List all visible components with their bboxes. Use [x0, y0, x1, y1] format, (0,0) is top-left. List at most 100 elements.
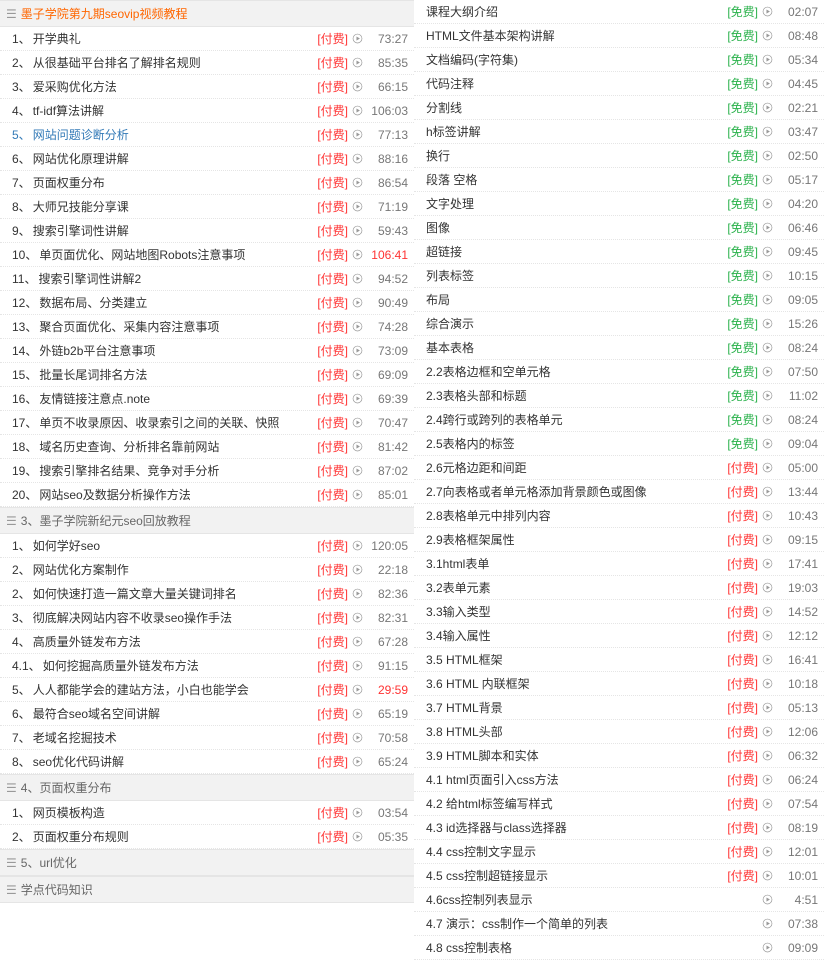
lesson-row[interactable]: 4.2 给html标签编写样式[付费]07:54: [414, 792, 824, 816]
lesson-row[interactable]: h标签讲解[免费]03:47: [414, 120, 824, 144]
price-tag: [付费]: [317, 753, 348, 771]
lesson-row[interactable]: 10、单页面优化、网站地图Robots注意事项[付费]106:41: [0, 243, 414, 267]
lesson-row[interactable]: 3.9 HTML脚本和实体[付费]06:32: [414, 744, 824, 768]
lesson-row[interactable]: 14、外链b2b平台注意事项[付费]73:09: [0, 339, 414, 363]
item-number: 1、: [12, 806, 31, 820]
lesson-row[interactable]: 3.8 HTML头部[付费]12:06: [414, 720, 824, 744]
duration: 65:24: [366, 753, 408, 771]
lesson-row[interactable]: 2.7向表格或者单元格添加背景颜色或图像[付费]13:44: [414, 480, 824, 504]
section-header[interactable]: ☰学点代码知识: [0, 876, 414, 903]
lesson-row[interactable]: 6、网站优化原理讲解[付费]88:16: [0, 147, 414, 171]
lesson-row[interactable]: 列表标签[免费]10:15: [414, 264, 824, 288]
duration: 04:45: [776, 75, 818, 93]
lesson-row[interactable]: 20、网站seo及数据分析操作方法[付费]85:01: [0, 483, 414, 507]
lesson-row[interactable]: HTML文件基本架构讲解[免费]08:48: [414, 24, 824, 48]
lesson-row[interactable]: 6、最符合seo域名空间讲解[付费]65:19: [0, 702, 414, 726]
lesson-title: 4.2 给html标签编写样式: [426, 795, 721, 813]
lesson-row[interactable]: 2、页面权重分布规则[付费]05:35: [0, 825, 414, 849]
list-icon: ☰: [6, 781, 17, 795]
lesson-row[interactable]: 2.2表格边框和空单元格[免费]07:50: [414, 360, 824, 384]
lesson-row[interactable]: 12、数据布局、分类建立[付费]90:49: [0, 291, 414, 315]
lesson-row[interactable]: 布局[免费]09:05: [414, 288, 824, 312]
section-header[interactable]: ☰3、墨子学院新纪元seo回放教程: [0, 507, 414, 534]
lesson-row[interactable]: 4.5 css控制超链接显示[付费]10:01: [414, 864, 824, 888]
lesson-row[interactable]: 代码注释[免费]04:45: [414, 72, 824, 96]
lesson-row[interactable]: 7、页面权重分布[付费]86:54: [0, 171, 414, 195]
lesson-row[interactable]: 7、老域名挖掘技术[付费]70:58: [0, 726, 414, 750]
lesson-row[interactable]: 3.5 HTML框架[付费]16:41: [414, 648, 824, 672]
lesson-row[interactable]: 图像[免费]06:46: [414, 216, 824, 240]
price-tag: [免费]: [727, 315, 758, 333]
lesson-row[interactable]: 5、人人都能学会的建站方法，小白也能学会[付费]29:59: [0, 678, 414, 702]
section-header[interactable]: ☰5、url优化: [0, 849, 414, 876]
lesson-row[interactable]: 18、域名历史查询、分析排名靠前网站[付费]81:42: [0, 435, 414, 459]
lesson-row[interactable]: 4.6css控制列表显示4:51: [414, 888, 824, 912]
lesson-row[interactable]: 3.6 HTML 内联框架[付费]10:18: [414, 672, 824, 696]
lesson-row[interactable]: 2.9表格框架属性[付费]09:15: [414, 528, 824, 552]
lesson-row[interactable]: 8、seo优化代码讲解[付费]65:24: [0, 750, 414, 774]
item-number: 13、: [12, 320, 37, 334]
lesson-row[interactable]: 5、网站问题诊断分析[付费]77:13: [0, 123, 414, 147]
lesson-row[interactable]: 基本表格[免费]08:24: [414, 336, 824, 360]
lesson-row[interactable]: 4.4 css控制文字显示[付费]12:01: [414, 840, 824, 864]
lesson-row[interactable]: 17、单页不收录原因、收录索引之间的关联、快照[付费]70:47: [0, 411, 414, 435]
duration: 87:02: [366, 462, 408, 480]
lesson-row[interactable]: 换行[免费]02:50: [414, 144, 824, 168]
lesson-row[interactable]: 综合演示[免费]15:26: [414, 312, 824, 336]
lesson-row[interactable]: 2.4跨行或跨列的表格单元[免费]08:24: [414, 408, 824, 432]
lesson-row[interactable]: 2、网站优化方案制作[付费]22:18: [0, 558, 414, 582]
section-header[interactable]: ☰4、页面权重分布: [0, 774, 414, 801]
lesson-row[interactable]: 4.1、如何挖掘高质量外链发布方法[付费]91:15: [0, 654, 414, 678]
lesson-row[interactable]: 2.8表格单元中排列内容[付费]10:43: [414, 504, 824, 528]
lesson-row[interactable]: 8、大师兄技能分享课[付费]71:19: [0, 195, 414, 219]
duration: 02:50: [776, 147, 818, 165]
lesson-row[interactable]: 超链接[免费]09:45: [414, 240, 824, 264]
lesson-row[interactable]: 课程大纲介绍[免费]02:07: [414, 0, 824, 24]
lesson-row[interactable]: 15、批量长尾词排名方法[付费]69:09: [0, 363, 414, 387]
play-icon: [762, 942, 773, 953]
lesson-row[interactable]: 16、友情链接注意点.note[付费]69:39: [0, 387, 414, 411]
lesson-row[interactable]: 4、tf-idf算法讲解[付费]106:03: [0, 99, 414, 123]
duration: 59:43: [366, 222, 408, 240]
duration: 09:05: [776, 291, 818, 309]
duration: 05:35: [366, 828, 408, 846]
lesson-row[interactable]: 4.1 html页面引入css方法[付费]06:24: [414, 768, 824, 792]
lesson-row[interactable]: 4.7 演示：css制作一个简单的列表07:38: [414, 912, 824, 936]
lesson-row[interactable]: 13、聚合页面优化、采集内容注意事项[付费]74:28: [0, 315, 414, 339]
lesson-row[interactable]: 1、开学典礼[付费]73:27: [0, 27, 414, 51]
lesson-row[interactable]: 3.7 HTML背景[付费]05:13: [414, 696, 824, 720]
lesson-row[interactable]: 9、搜索引擎词性讲解[付费]59:43: [0, 219, 414, 243]
lesson-row[interactable]: 3、爱采购优化方法[付费]66:15: [0, 75, 414, 99]
lesson-row[interactable]: 2.6元格边距和间距[付费]05:00: [414, 456, 824, 480]
lesson-row[interactable]: 3.4输入属性[付费]12:12: [414, 624, 824, 648]
price-tag: [付费]: [727, 771, 758, 789]
duration: 07:54: [776, 795, 818, 813]
lesson-row[interactable]: 2.3表格头部和标题[免费]11:02: [414, 384, 824, 408]
play-icon: [352, 465, 363, 476]
lesson-row[interactable]: 19、搜索引擎排名结果、竞争对手分析[付费]87:02: [0, 459, 414, 483]
lesson-row[interactable]: 3.2表单元素[付费]19:03: [414, 576, 824, 600]
lesson-row[interactable]: 2.5表格内的标签[免费]09:04: [414, 432, 824, 456]
section-header[interactable]: ☰墨子学院第九期seovip视频教程: [0, 0, 414, 27]
price-tag: [付费]: [317, 30, 348, 48]
lesson-row[interactable]: 1、如何学好seo[付费]120:05: [0, 534, 414, 558]
lesson-row[interactable]: 文字处理[免费]04:20: [414, 192, 824, 216]
lesson-row[interactable]: 文档编码(字符集)[免费]05:34: [414, 48, 824, 72]
lesson-row[interactable]: 3.1html表单[付费]17:41: [414, 552, 824, 576]
lesson-row[interactable]: 4.8 css控制表格09:09: [414, 936, 824, 960]
play-icon: [762, 678, 773, 689]
lesson-title: 6、网站优化原理讲解: [12, 150, 311, 168]
play-icon: [762, 150, 773, 161]
lesson-row[interactable]: 4、高质量外链发布方法[付费]67:28: [0, 630, 414, 654]
lesson-row[interactable]: 段落 空格[免费]05:17: [414, 168, 824, 192]
lesson-row[interactable]: 3、彻底解决网站内容不收录seo操作手法[付费]82:31: [0, 606, 414, 630]
lesson-row[interactable]: 2、从很基础平台排名了解排名规则[付费]85:35: [0, 51, 414, 75]
lesson-title: 2.6元格边距和间距: [426, 459, 721, 477]
lesson-row[interactable]: 11、搜索引擎词性讲解2[付费]94:52: [0, 267, 414, 291]
lesson-row[interactable]: 2、如何快速打造一篇文章大量关键词排名[付费]82:36: [0, 582, 414, 606]
lesson-row[interactable]: 3.3输入类型[付费]14:52: [414, 600, 824, 624]
play-icon: [762, 534, 773, 545]
lesson-row[interactable]: 4.3 id选择器与class选择器[付费]08:19: [414, 816, 824, 840]
lesson-row[interactable]: 分割线[免费]02:21: [414, 96, 824, 120]
lesson-row[interactable]: 1、网页模板构造[付费]03:54: [0, 801, 414, 825]
